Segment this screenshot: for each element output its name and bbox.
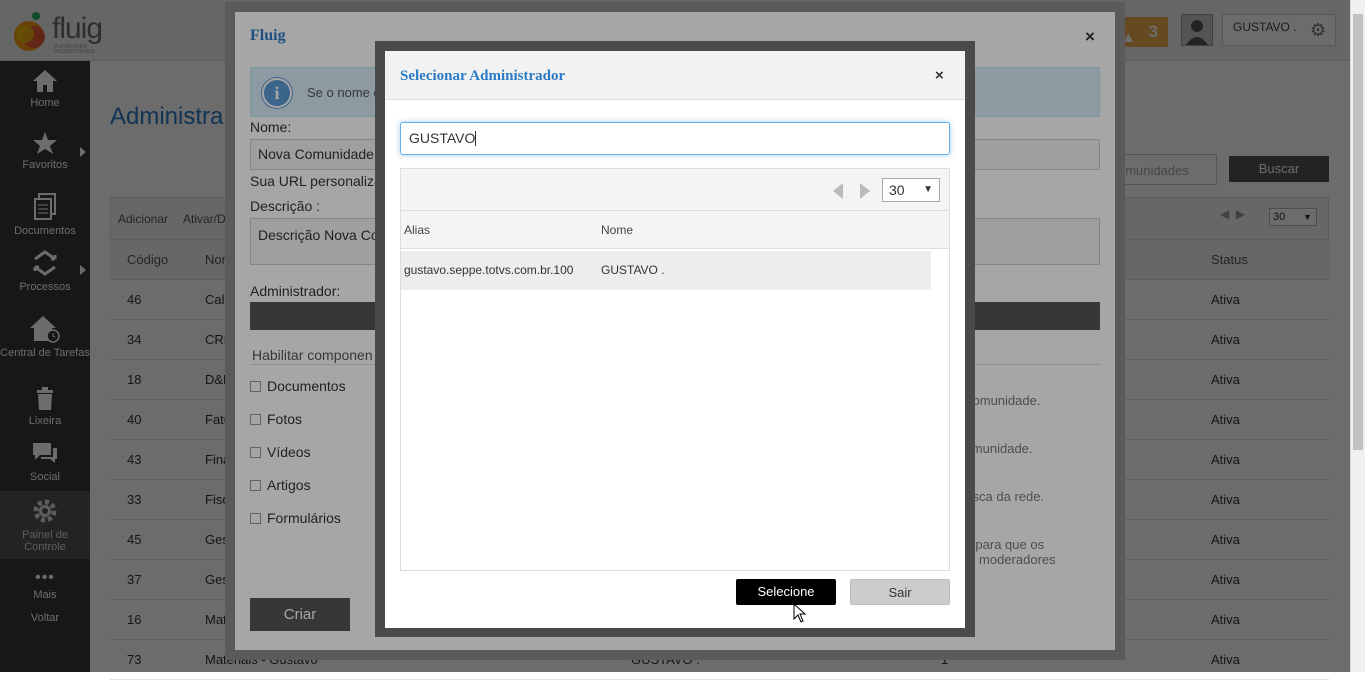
chevron-down-icon: ▼ (923, 184, 933, 195)
column-header-alias[interactable]: Alias (404, 223, 430, 237)
next-page-icon[interactable] (860, 183, 870, 199)
search-value: GUSTAVO (409, 130, 476, 146)
grid-header: Alias Nome (401, 211, 949, 249)
page-size-select[interactable]: 30 ▼ (882, 178, 940, 202)
text-caret (475, 131, 477, 146)
table-row[interactable]: gustavo.seppe.totvs.com.br.100 GUSTAVO . (401, 251, 931, 290)
previous-page-icon[interactable] (833, 183, 843, 199)
users-grid: Alias Nome gustavo.seppe.totvs.com.br.10… (400, 211, 950, 571)
dialog-header: Selecionar Administrador × (385, 51, 965, 100)
dialog-title: Selecionar Administrador (400, 68, 566, 84)
close-icon[interactable]: × (935, 67, 944, 84)
scrollbar-thumb[interactable] (1353, 14, 1363, 450)
select-button[interactable]: Selecione (736, 579, 836, 605)
row-name: GUSTAVO . (601, 263, 665, 277)
admin-search-input[interactable]: GUSTAVO (400, 122, 950, 155)
column-header-name[interactable]: Nome (601, 223, 633, 237)
page-scrollbar[interactable] (1350, 0, 1365, 672)
mouse-cursor-icon (793, 603, 807, 623)
exit-button[interactable]: Sair (850, 579, 950, 605)
row-alias: gustavo.seppe.totvs.com.br.100 (404, 263, 574, 277)
page-size-value: 30 (889, 182, 905, 198)
select-admin-dialog: Selecionar Administrador × GUSTAVO 30 ▼ A… (385, 51, 965, 628)
grid-toolbar: 30 ▼ (400, 168, 950, 211)
